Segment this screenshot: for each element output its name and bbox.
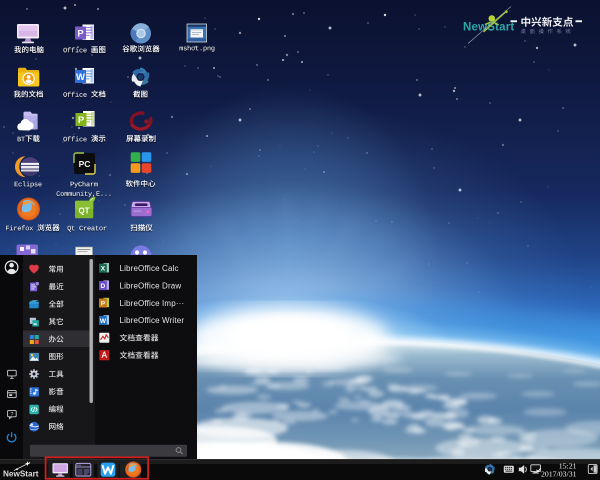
svg-text:X: X: [101, 266, 106, 273]
svg-text:W: W: [100, 318, 107, 325]
svg-text:LibreOffice Calc: LibreOffice Calc: [120, 264, 179, 273]
svg-text:P: P: [101, 301, 106, 308]
svg-text:LibreOffice Writer: LibreOffice Writer: [120, 316, 185, 325]
svg-text:2017/03/31: 2017/03/31: [541, 469, 577, 478]
svg-text:?: ?: [10, 412, 13, 418]
svg-text:LibreOffice Draw: LibreOffice Draw: [120, 281, 182, 290]
svg-text:P: P: [77, 29, 84, 40]
svg-text:P: P: [78, 115, 85, 126]
svg-text:NewStart: NewStart: [3, 469, 39, 478]
svg-text:D: D: [101, 283, 106, 290]
svg-text:LibreOffice Imp···: LibreOffice Imp···: [120, 299, 185, 308]
svg-text:W: W: [76, 72, 85, 83]
svg-text:QT: QT: [78, 207, 89, 216]
svg-text:PC: PC: [79, 159, 91, 169]
